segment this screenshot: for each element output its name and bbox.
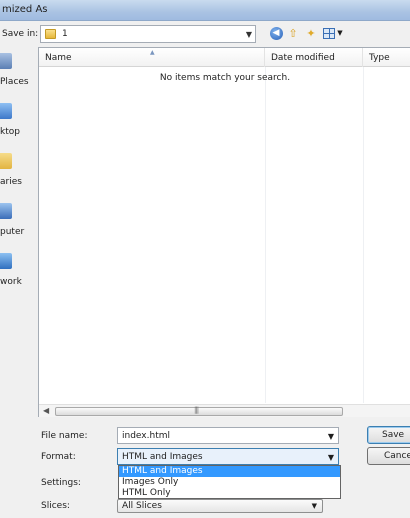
- recent-places-icon: [0, 53, 12, 69]
- column-header-name[interactable]: ▲ Name: [39, 48, 265, 67]
- column-divider: [363, 67, 364, 403]
- place-label: work: [0, 277, 22, 287]
- format-label: Format:: [41, 452, 76, 462]
- format-option[interactable]: Images Only: [119, 477, 340, 488]
- cancel-button[interactable]: Cancel: [367, 447, 410, 465]
- empty-list-message: No items match your search.: [159, 73, 291, 83]
- save-in-value: 1: [62, 29, 68, 39]
- place-computer[interactable]: puter: [0, 203, 38, 247]
- file-list[interactable]: ▲ Name Date modified Type No items match…: [38, 47, 410, 417]
- settings-label: Settings:: [41, 478, 81, 488]
- column-header-type[interactable]: Type: [363, 48, 410, 67]
- place-label: ktop: [0, 127, 20, 137]
- column-header-date-modified[interactable]: Date modified: [265, 48, 363, 67]
- chevron-down-icon: ▼: [245, 30, 252, 39]
- file-name-label: File name:: [41, 431, 88, 441]
- place-desktop[interactable]: ktop: [0, 103, 38, 147]
- horizontal-scrollbar[interactable]: ◀ |||: [39, 404, 410, 417]
- new-folder-icon: ✦: [306, 26, 316, 40]
- file-name-value: index.html: [122, 431, 170, 441]
- back-arrow-icon: ◀: [269, 26, 283, 40]
- sort-up-icon: ▲: [150, 49, 155, 56]
- format-options-list: HTML and Images Images Only HTML Only: [118, 465, 341, 499]
- place-libraries[interactable]: aries: [0, 153, 38, 197]
- save-in-label: Save in:: [2, 29, 39, 39]
- up-one-level-button[interactable]: ⇧: [285, 25, 301, 41]
- format-dropdown[interactable]: HTML and Images ▼: [117, 448, 339, 465]
- folder-icon: [45, 29, 56, 39]
- views-grid-icon: [323, 27, 336, 39]
- back-button[interactable]: ◀: [268, 25, 284, 41]
- format-option[interactable]: HTML and Images: [119, 466, 340, 477]
- new-folder-button[interactable]: ✦: [303, 25, 319, 41]
- file-name-input[interactable]: index.html ▼: [117, 427, 339, 444]
- chevron-down-icon: ▼: [311, 502, 317, 510]
- place-label: Places: [0, 77, 29, 87]
- places-bar: Places ktop aries puter work: [0, 47, 38, 400]
- title-bar: mized As: [0, 0, 410, 21]
- format-option[interactable]: HTML Only: [119, 488, 340, 499]
- views-menu-button[interactable]: ▼: [321, 25, 345, 41]
- save-button[interactable]: Save: [367, 426, 410, 444]
- computer-icon: [0, 203, 12, 219]
- place-recent-places[interactable]: Places: [0, 53, 38, 97]
- scrollbar-thumb[interactable]: |||: [55, 406, 343, 416]
- up-folder-icon: ⇧: [288, 26, 298, 40]
- place-label: aries: [0, 177, 22, 187]
- grip-icon: |||: [194, 406, 199, 414]
- scroll-left-icon[interactable]: ◀: [43, 406, 49, 415]
- libraries-icon: [0, 153, 12, 169]
- chevron-down-icon: ▼: [327, 453, 334, 462]
- place-label: puter: [0, 227, 25, 237]
- slices-dropdown[interactable]: All Slices ▼: [117, 499, 323, 513]
- column-headers: ▲ Name Date modified Type: [39, 48, 410, 67]
- chevron-down-icon: ▼: [327, 432, 334, 441]
- slices-value: All Slices: [122, 501, 162, 511]
- place-network[interactable]: work: [0, 253, 38, 297]
- slices-label: Slices:: [41, 501, 70, 511]
- save-in-dropdown[interactable]: 1 ▼: [40, 25, 256, 43]
- window-title: mized As: [2, 4, 48, 15]
- desktop-icon: [0, 103, 12, 119]
- column-divider: [265, 67, 266, 403]
- format-value: HTML and Images: [122, 452, 203, 462]
- network-icon: [0, 253, 12, 269]
- chevron-down-icon: ▼: [337, 29, 343, 37]
